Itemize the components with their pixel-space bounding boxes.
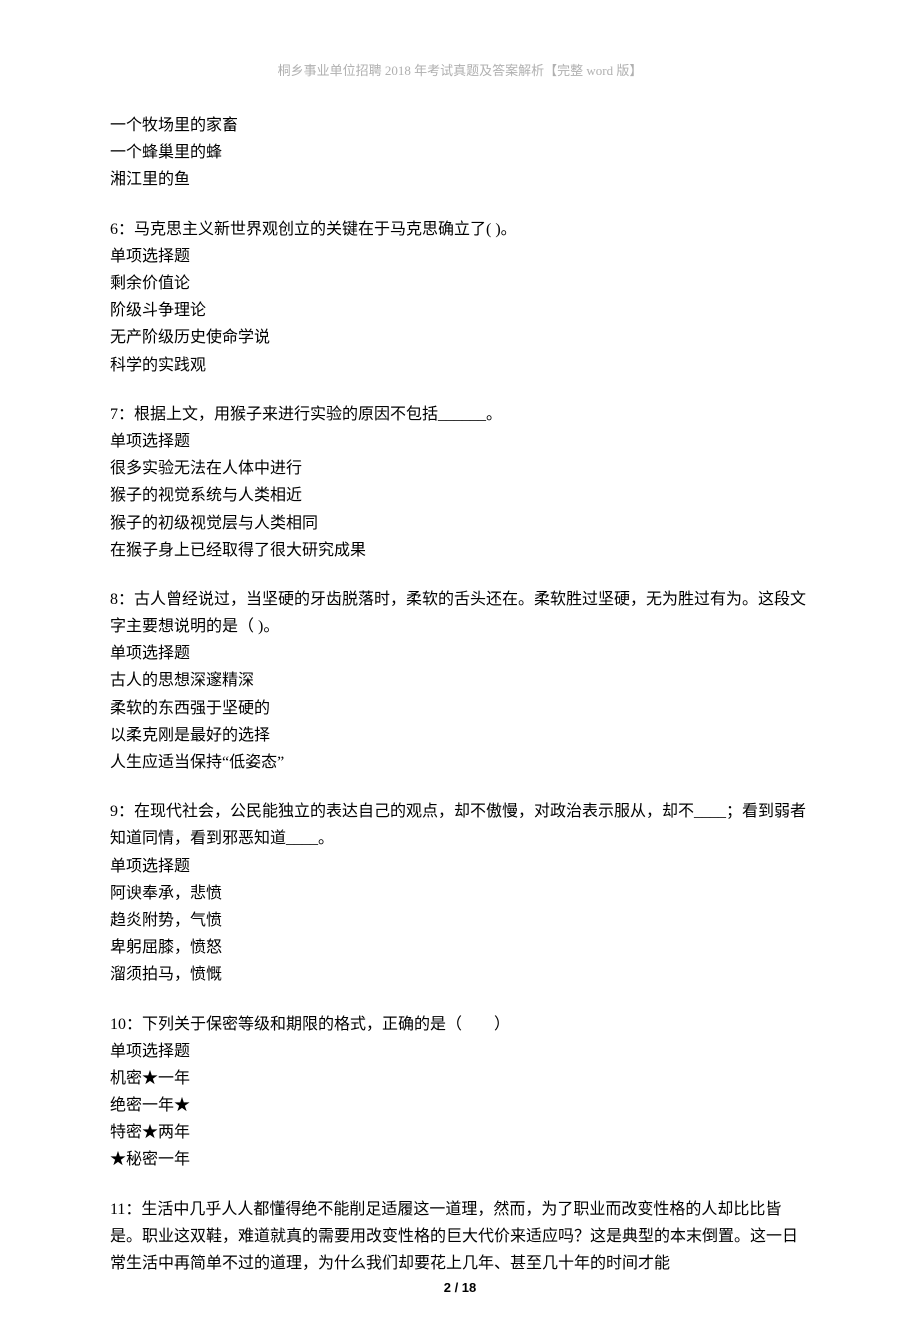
intro-line: 一个蜂巢里的蜂 <box>110 139 810 166</box>
intro-line: 湘江里的鱼 <box>110 166 810 193</box>
question-type: 单项选择题 <box>110 1038 810 1065</box>
question-stem: 9：在现代社会，公民能独立的表达自己的观点，却不傲慢，对政治表示服从，却不___… <box>110 798 810 852</box>
option: 机密★一年 <box>110 1065 810 1092</box>
question-stem: 7：根据上文，用猴子来进行实验的原因不包括______。 <box>110 401 810 428</box>
page-header: 桐乡事业单位招聘 2018 年考试真题及答案解析【完整 word 版】 <box>110 60 810 82</box>
question-stem: 11：生活中几乎人人都懂得绝不能削足适履这一道理，然而，为了职业而改变性格的人却… <box>110 1196 810 1278</box>
question-block-9: 9：在现代社会，公民能独立的表达自己的观点，却不傲慢，对政治表示服从，却不___… <box>110 798 810 988</box>
option: 无产阶级历史使命学说 <box>110 324 810 351</box>
option: 人生应适当保持“低姿态” <box>110 749 810 776</box>
question-stem: 10：下列关于保密等级和期限的格式，正确的是（ ） <box>110 1011 810 1038</box>
option: 猴子的视觉系统与人类相近 <box>110 482 810 509</box>
question-type: 单项选择题 <box>110 640 810 667</box>
intro-block: 一个牧场里的家畜 一个蜂巢里的蜂 湘江里的鱼 <box>110 112 810 194</box>
option: 溜须拍马，愤慨 <box>110 961 810 988</box>
option: 猴子的初级视觉层与人类相同 <box>110 510 810 537</box>
question-stem: 8：古人曾经说过，当坚硬的牙齿脱落时，柔软的舌头还在。柔软胜过坚硬，无为胜过有为… <box>110 586 810 640</box>
question-block-8: 8：古人曾经说过，当坚硬的牙齿脱落时，柔软的舌头还在。柔软胜过坚硬，无为胜过有为… <box>110 586 810 776</box>
option: ★秘密一年 <box>110 1146 810 1173</box>
option: 在猴子身上已经取得了很大研究成果 <box>110 537 810 564</box>
option: 绝密一年★ <box>110 1092 810 1119</box>
question-type: 单项选择题 <box>110 428 810 455</box>
option: 古人的思想深邃精深 <box>110 667 810 694</box>
option: 特密★两年 <box>110 1119 810 1146</box>
option: 柔软的东西强于坚硬的 <box>110 695 810 722</box>
question-block-6: 6：马克思主义新世界观创立的关键在于马克思确立了( )。 单项选择题 剩余价值论… <box>110 216 810 379</box>
option: 以柔克刚是最好的选择 <box>110 722 810 749</box>
option: 阶级斗争理论 <box>110 297 810 324</box>
question-block-10: 10：下列关于保密等级和期限的格式，正确的是（ ） 单项选择题 机密★一年 绝密… <box>110 1011 810 1174</box>
option: 很多实验无法在人体中进行 <box>110 455 810 482</box>
question-type: 单项选择题 <box>110 243 810 270</box>
question-block-11: 11：生活中几乎人人都懂得绝不能削足适履这一道理，然而，为了职业而改变性格的人却… <box>110 1196 810 1278</box>
page-footer: 2 / 18 <box>0 1277 920 1299</box>
question-stem: 6：马克思主义新世界观创立的关键在于马克思确立了( )。 <box>110 216 810 243</box>
question-block-7: 7：根据上文，用猴子来进行实验的原因不包括______。 单项选择题 很多实验无… <box>110 401 810 564</box>
option: 剩余价值论 <box>110 270 810 297</box>
option: 科学的实践观 <box>110 352 810 379</box>
option: 卑躬屈膝，愤怒 <box>110 934 810 961</box>
document-body: 一个牧场里的家畜 一个蜂巢里的蜂 湘江里的鱼 6：马克思主义新世界观创立的关键在… <box>110 112 810 1277</box>
question-type: 单项选择题 <box>110 853 810 880</box>
option: 趋炎附势，气愤 <box>110 907 810 934</box>
intro-line: 一个牧场里的家畜 <box>110 112 810 139</box>
option: 阿谀奉承，悲愤 <box>110 880 810 907</box>
